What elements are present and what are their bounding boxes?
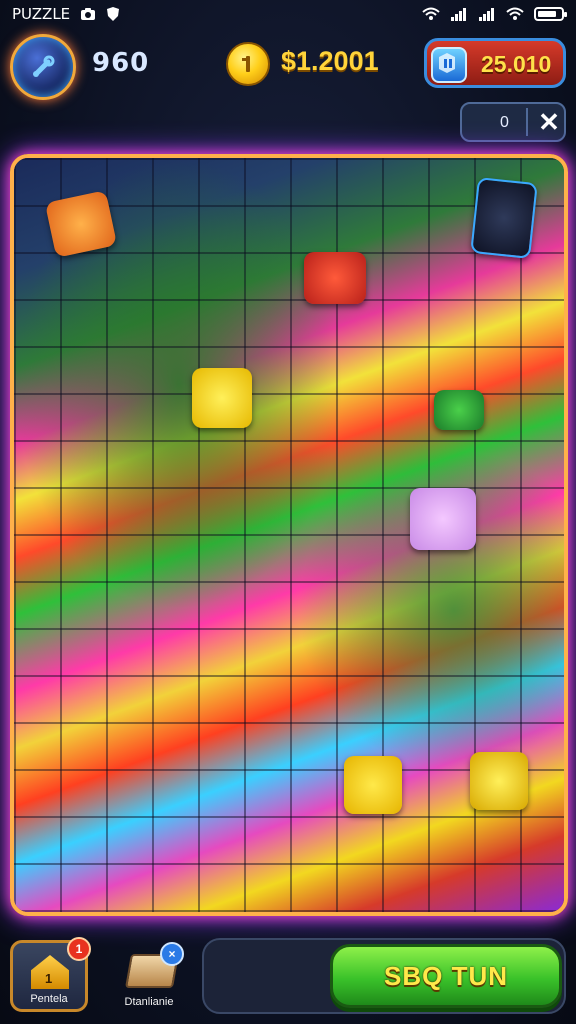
loose-piece-lilac[interactable]: [410, 488, 476, 550]
wifi-icon: [422, 7, 440, 21]
inventory-label: Dtanlianie: [124, 996, 174, 1008]
close-button[interactable]: ✕: [532, 104, 566, 140]
signal-icon: [450, 7, 468, 21]
wifi-icon-2: [506, 7, 524, 21]
signal-icon-2: [478, 7, 496, 21]
gem-icon: [431, 47, 467, 83]
loose-piece-yellow-2[interactable]: [344, 756, 402, 814]
gems-pill-button[interactable]: 25.010: [424, 38, 566, 88]
play-button[interactable]: SBQ TUN: [330, 944, 562, 1008]
home-button[interactable]: 1 1 Pentela: [10, 937, 91, 1012]
loose-piece-green[interactable]: [434, 390, 484, 430]
house-level-number: 1: [45, 971, 53, 986]
notification-badge: 1: [67, 937, 91, 961]
loose-piece-dark[interactable]: [470, 177, 538, 259]
battery-icon: [534, 7, 567, 21]
counter-pill: 0 ✕: [460, 102, 566, 142]
counter-value: 0: [500, 114, 509, 131]
loose-piece-red[interactable]: [304, 252, 366, 304]
inventory-button[interactable]: × Dtanlianie: [108, 940, 190, 1012]
level-value: 960: [92, 48, 150, 78]
top-hud: 960 $1.2001 25.010: [0, 30, 576, 100]
coins-value: $1.2001: [281, 46, 379, 76]
inventory-badge: ×: [160, 942, 184, 966]
puzzle-board[interactable]: [10, 154, 568, 916]
bottom-bar: 1 1 Pentela × Dtanlianie SBQ TUN: [0, 930, 576, 1024]
loose-piece-yellow-3[interactable]: [470, 752, 528, 810]
counter-divider: [526, 108, 528, 136]
status-left: PUZZLE: [12, 5, 120, 23]
play-label: SBQ TUN: [384, 960, 508, 991]
status-right: [422, 7, 567, 21]
shield-icon: [106, 6, 120, 22]
camera-icon: [80, 7, 96, 21]
status-bar: PUZZLE: [0, 0, 576, 28]
coin-icon: [226, 42, 270, 86]
app-title: PUZZLE: [12, 5, 71, 23]
loose-piece-yellow[interactable]: [192, 368, 252, 428]
home-label: Pentela: [30, 993, 68, 1005]
wrench-icon: [33, 55, 55, 77]
level-orb-button[interactable]: [10, 34, 76, 100]
gems-value: 25.010: [481, 51, 552, 77]
